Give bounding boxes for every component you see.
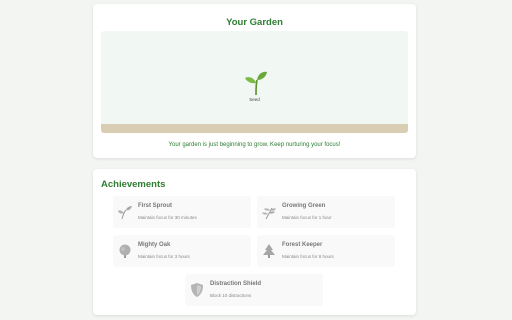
seedling-icon	[245, 71, 267, 95]
sprout-icon	[118, 206, 132, 219]
garden-title: Your Garden	[226, 17, 283, 28]
achievement-description: Maintain focus for 3 hours	[138, 254, 190, 259]
achievement-name: First Sprout	[138, 203, 172, 209]
oak-tree-icon	[119, 244, 131, 258]
shield-icon	[191, 283, 203, 297]
garden-area: Seed	[101, 31, 408, 133]
achievement-name: Forest Keeper	[282, 242, 323, 248]
growth-stage-label: Seed	[249, 97, 260, 102]
garden-message: Your garden is just beginning to grow. K…	[168, 142, 341, 148]
achievement-description: Block 10 distractions	[210, 293, 252, 298]
achievement-description: Maintain focus for 1 hour	[282, 215, 332, 220]
achievement-name: Distraction Shield	[210, 281, 262, 287]
achievement-growing-green: Growing Green Maintain focus for 1 hour	[257, 196, 395, 228]
achievement-mighty-oak: Mighty Oak Maintain focus for 3 hours	[113, 235, 251, 267]
achievement-name: Mighty Oak	[138, 242, 171, 248]
achievement-description: Maintain focus for 30 minutes	[138, 215, 197, 220]
garden-card: Your Garden Seed Your garden is just beg…	[93, 4, 416, 158]
achievements-title: Achievements	[101, 179, 166, 190]
achievement-description: Maintain focus for 8 hours	[282, 254, 334, 259]
achievement-forest-keeper: Forest Keeper Maintain focus for 8 hours	[257, 235, 395, 267]
soil-strip	[101, 124, 408, 133]
herb-icon	[262, 207, 276, 219]
achievement-name: Growing Green	[282, 203, 326, 209]
evergreen-tree-icon	[263, 244, 275, 258]
achievement-first-sprout: First Sprout Maintain focus for 30 minut…	[113, 196, 251, 228]
achievement-distraction-shield: Distraction Shield Block 10 distractions	[185, 274, 323, 306]
